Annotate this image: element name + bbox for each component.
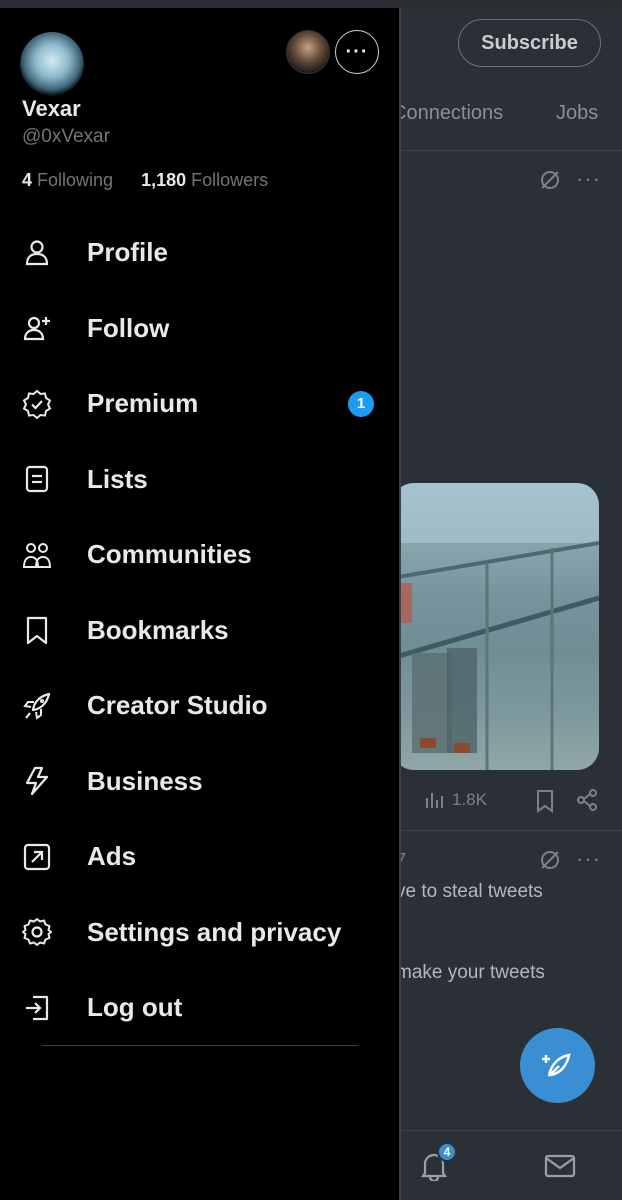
rocket-icon	[22, 691, 52, 721]
bookmark-icon	[22, 615, 52, 645]
followers-link[interactable]: 1,180 Followers	[141, 170, 268, 191]
menu-item-business[interactable]: Business	[0, 744, 399, 820]
menu-item-logout[interactable]: Log out	[0, 970, 399, 1046]
post2-text-line2: make your tweets	[396, 962, 545, 983]
views-chart-icon	[426, 793, 443, 808]
menu-item-follow[interactable]: Follow	[0, 291, 399, 367]
verified-badge-icon	[22, 389, 52, 419]
gear-icon	[22, 917, 52, 947]
tab-connections[interactable]: Connections	[392, 102, 503, 125]
grok-icon[interactable]	[538, 848, 562, 872]
account-switch-avatar[interactable]	[286, 30, 330, 74]
post2-text-line1: ve to steal tweets	[396, 881, 543, 902]
tab-jobs[interactable]: Jobs	[556, 102, 598, 125]
views-count: 1.8K	[452, 790, 487, 809]
menu-item-profile[interactable]: Profile	[0, 215, 399, 291]
menu-item-ads[interactable]: Ads	[0, 819, 399, 895]
menu-item-premium[interactable]: Premium 1	[0, 366, 399, 442]
premium-badge: 1	[348, 390, 374, 417]
post-more-icon[interactable]: ···	[576, 846, 601, 872]
drawer-divider	[42, 1045, 358, 1046]
menu-label: Lists	[87, 463, 148, 494]
menu-item-creator-studio[interactable]: Creator Studio	[0, 668, 399, 744]
compose-feather-icon	[541, 1052, 571, 1077]
drawer-edge	[399, 8, 401, 1200]
bookmark-icon[interactable]	[535, 789, 555, 813]
follow-stats: 4 Following 1,180 Followers	[22, 170, 268, 191]
status-bar-strip	[0, 0, 622, 8]
compose-button[interactable]	[520, 1028, 595, 1103]
menu-item-lists[interactable]: Lists	[0, 442, 399, 518]
person-icon	[22, 238, 52, 268]
menu-label: Creator Studio	[87, 690, 268, 721]
menu-label: Ads	[87, 841, 137, 872]
logout-icon	[22, 993, 52, 1023]
menu-label: Log out	[87, 992, 183, 1023]
ads-arrow-icon	[22, 842, 52, 872]
following-link[interactable]: 4 Following	[22, 170, 113, 191]
person-plus-icon	[22, 313, 52, 343]
menu-label: Profile	[87, 237, 168, 268]
share-icon[interactable]	[576, 789, 598, 811]
menu-label: Bookmarks	[87, 614, 229, 645]
menu-label: Premium	[87, 388, 199, 419]
grok-icon[interactable]	[538, 168, 562, 192]
menu-item-communities[interactable]: Communities	[0, 517, 399, 593]
post-divider	[398, 830, 622, 831]
notification-badge: 4	[437, 1142, 457, 1162]
post-views[interactable]: 1.8K	[424, 790, 487, 810]
more-accounts-button[interactable]: ···	[335, 30, 379, 74]
subscribe-button[interactable]: Subscribe	[458, 19, 601, 67]
mail-icon[interactable]	[544, 1153, 576, 1179]
menu-label: Settings and privacy	[87, 916, 342, 947]
user-handle: @0xVexar	[22, 126, 110, 147]
side-drawer: ··· Vexar @0xVexar 4 Following 1,180 Fol…	[0, 8, 399, 1200]
menu-item-settings[interactable]: Settings and privacy	[0, 895, 399, 971]
drawer-menu: Profile Follow Premium 1 Lists Communiti…	[0, 215, 399, 1046]
menu-label: Communities	[87, 539, 252, 570]
post-image[interactable]	[392, 483, 599, 770]
menu-label: Business	[87, 765, 203, 796]
tab-divider	[398, 150, 622, 151]
lightning-icon	[22, 766, 52, 796]
menu-label: Follow	[87, 312, 170, 343]
bottom-nav	[398, 1130, 622, 1200]
display-name: Vexar	[22, 96, 81, 121]
menu-item-bookmarks[interactable]: Bookmarks	[0, 593, 399, 669]
avatar[interactable]	[20, 32, 84, 96]
app-screen: Subscribe Connections Jobs ··· 1.8K 7 ··…	[0, 0, 622, 1200]
communities-icon	[22, 540, 52, 570]
list-icon	[22, 464, 52, 494]
post-more-icon[interactable]: ···	[576, 166, 601, 192]
